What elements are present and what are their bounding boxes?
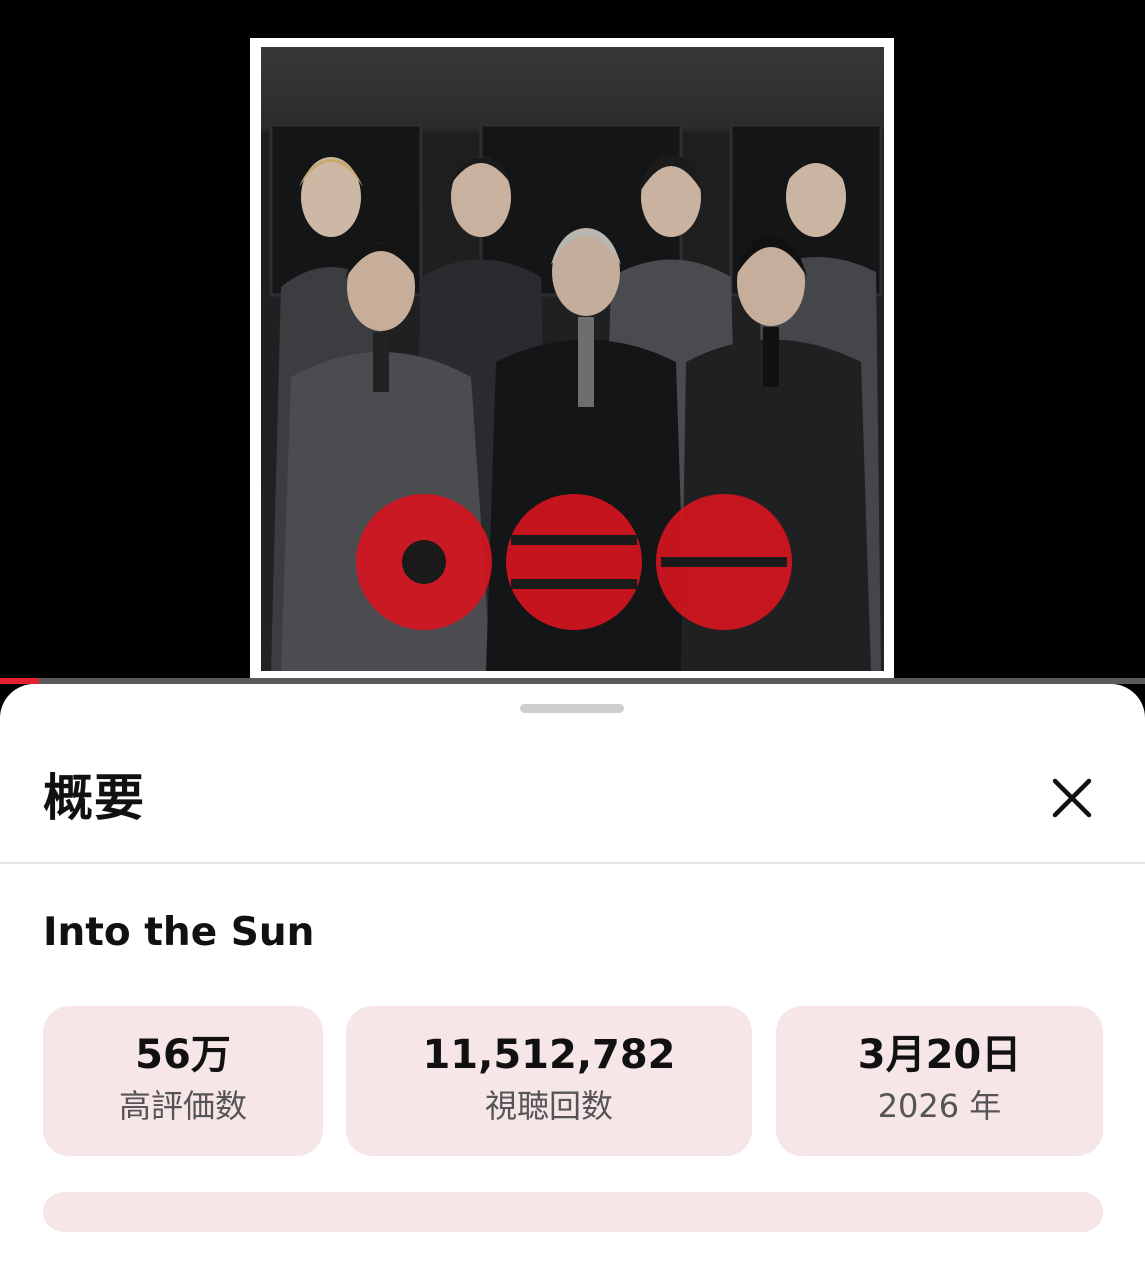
publish-year: 2026 年 [877, 1087, 1002, 1125]
video-title: Into the Sun [43, 910, 315, 955]
panel-title: 概要 [43, 769, 145, 827]
views-card: 11,512,782 視聴回数 [346, 1006, 752, 1156]
description-panel: 概要 Into the Sun 56万 高評価数 11,512,782 視聴回数… [0, 684, 1145, 1284]
date-card: 3月20日 2026 年 [776, 1006, 1103, 1156]
close-icon [1052, 778, 1092, 818]
likes-count: 56万 [135, 1032, 231, 1078]
publish-date: 3月20日 [857, 1032, 1022, 1078]
likes-label: 高評価数 [118, 1087, 247, 1125]
likes-card: 56万 高評価数 [43, 1006, 323, 1156]
views-count: 11,512,782 [422, 1032, 676, 1078]
views-label: 視聴回数 [484, 1087, 613, 1125]
group-photo [261, 47, 884, 671]
video-player[interactable] [0, 0, 1145, 684]
drag-handle[interactable] [520, 704, 624, 713]
description-card[interactable] [43, 1192, 1103, 1232]
close-button[interactable] [1046, 772, 1098, 824]
video-thumbnail [250, 38, 894, 678]
divider [0, 862, 1145, 864]
group-photo-illustration [269, 123, 883, 671]
